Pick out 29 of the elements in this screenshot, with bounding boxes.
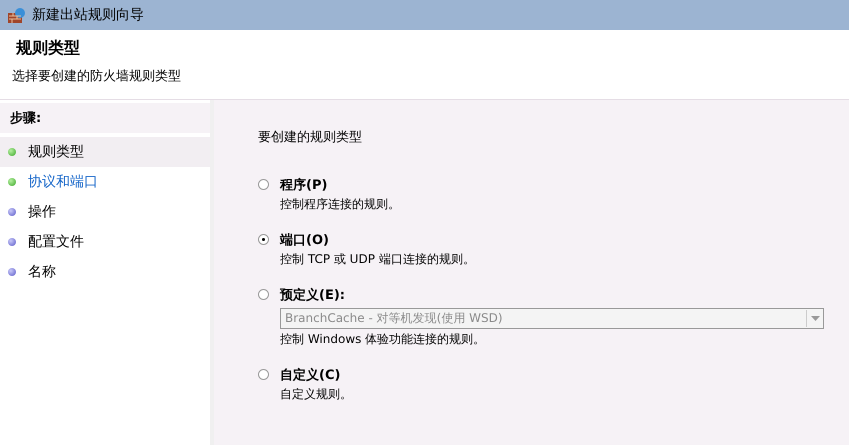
step-item[interactable]: 规则类型 bbox=[0, 137, 210, 167]
option-description: 控制 Windows 体验功能连接的规则。 bbox=[280, 331, 486, 348]
option-label[interactable]: 程序(P) bbox=[280, 176, 849, 194]
steps-heading: 步骤: bbox=[0, 103, 210, 133]
step-label: 规则类型 bbox=[28, 143, 84, 161]
option-description: 控制 TCP 或 UDP 端口连接的规则。 bbox=[280, 251, 476, 268]
prompt-text: 要创建的规则类型 bbox=[258, 129, 363, 146]
step-label: 名称 bbox=[28, 263, 56, 281]
radio-button[interactable] bbox=[258, 289, 269, 300]
step-label: 配置文件 bbox=[28, 233, 84, 251]
page-title: 规则类型 bbox=[16, 38, 81, 59]
radio-button[interactable] bbox=[258, 234, 269, 245]
option-label[interactable]: 端口(O) bbox=[280, 231, 849, 249]
option-description: 控制程序连接的规则。 bbox=[280, 196, 401, 213]
radio-button[interactable] bbox=[258, 369, 269, 380]
step-item[interactable]: 配置文件 bbox=[0, 227, 210, 257]
option-label[interactable]: 预定义(E): bbox=[280, 286, 849, 304]
window-title: 新建出站规则向导 bbox=[32, 6, 144, 24]
caret-icon bbox=[810, 316, 820, 321]
page-subtitle: 选择要创建的防火墙规则类型 bbox=[12, 68, 182, 85]
option-label[interactable]: 自定义(C) bbox=[280, 366, 849, 384]
step-item[interactable]: 名称 bbox=[0, 257, 210, 287]
step-item[interactable]: 协议和端口 bbox=[0, 167, 210, 197]
step-label: 操作 bbox=[28, 203, 56, 221]
step-link[interactable]: 协议和端口 bbox=[28, 173, 98, 191]
option-description: 自定义规则。 bbox=[280, 386, 353, 403]
step-item[interactable]: 操作 bbox=[0, 197, 210, 227]
radio-button[interactable] bbox=[258, 179, 269, 190]
firewall-icon bbox=[8, 7, 26, 23]
